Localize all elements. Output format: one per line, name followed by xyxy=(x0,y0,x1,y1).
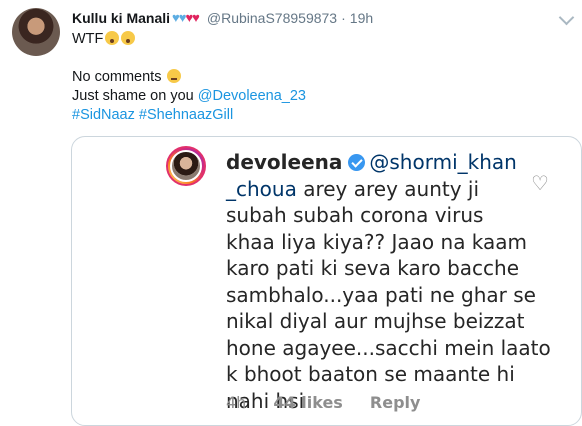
comment-line: karo pati ki seva karo bacche xyxy=(226,256,520,280)
comment-line: _choua arey arey aunty ji xyxy=(226,176,526,203)
hashtag-link[interactable]: #ShehnaazGill xyxy=(139,107,233,123)
tweet-text-shame: Just shame on you xyxy=(72,88,198,104)
comment-likes[interactable]: 44 likes xyxy=(273,393,342,412)
astonished-emoji-icon xyxy=(105,31,120,45)
tweet-text-wtf: WTF xyxy=(72,31,104,47)
heart-outline-icon[interactable]: ♡ xyxy=(531,171,549,196)
comment-line: hone agayee...sacchi mein laato xyxy=(226,335,551,360)
user-handle[interactable]: @RubinaS78959873 xyxy=(207,8,337,28)
tweet-time[interactable]: 19h xyxy=(350,8,373,28)
avatar[interactable] xyxy=(12,8,60,56)
embedded-screenshot-card[interactable]: devoleena @shormi_khan _choua arey arey a… xyxy=(71,136,582,426)
comment-line: subah subah corona virus xyxy=(226,203,484,227)
comment-line: nikal diyal aur mujhse beizzat xyxy=(226,309,525,333)
comment-mention[interactable]: _choua xyxy=(226,177,297,201)
heart-emojis: ♥♥♥♥ xyxy=(172,8,200,28)
tweet-line: Just shame on you @Devoleena_23 xyxy=(72,87,562,106)
comment-line: devoleena @shormi_khan xyxy=(226,149,526,176)
red-heart-icon: ♥ xyxy=(192,10,200,25)
reply-button[interactable]: Reply xyxy=(370,393,421,412)
verified-badge-icon xyxy=(348,154,366,171)
comment-line: sambhalo...yaa pati ne ghar se xyxy=(226,282,536,307)
astonished-emoji-icon xyxy=(121,31,136,45)
display-name[interactable]: Kullu ki Manali xyxy=(72,8,170,28)
tweet-line: #SidNaaz #ShehnaazGill xyxy=(72,106,562,125)
tweet: Kullu ki Manali ♥♥♥♥ @RubinaS78959873 · … xyxy=(0,0,582,426)
tweet-line: WTF xyxy=(72,30,562,49)
comment-mention[interactable]: @shormi_khan xyxy=(369,150,516,174)
comment-line: khaa liya kiya?? Jaao na kaam xyxy=(226,229,528,254)
instagram-avatar[interactable] xyxy=(166,146,206,186)
separator-dot: · xyxy=(341,10,346,26)
comment-text: arey arey aunty ji xyxy=(296,176,480,201)
tweet-text: WTF No comments Just shame on you @Devol… xyxy=(72,30,562,125)
neutral-emoji-icon xyxy=(167,69,182,83)
comment-line: k bhoot baaton se maante hi xyxy=(226,362,515,386)
blue-heart-icon: ♥ xyxy=(172,10,180,25)
hashtag-link[interactable]: #SidNaaz xyxy=(72,107,135,123)
instagram-comment: devoleena @shormi_khan _choua arey arey a… xyxy=(226,149,551,414)
comment-time: 4h xyxy=(226,393,247,412)
mention-link[interactable]: @Devoleena_23 xyxy=(198,88,306,104)
tweet-text-no-comments: No comments xyxy=(72,69,162,85)
caret-down-icon[interactable] xyxy=(558,9,575,26)
tweet-header: Kullu ki Manali ♥♥♥♥ @RubinaS78959873 · … xyxy=(72,8,373,28)
tweet-line: No comments xyxy=(72,68,562,87)
comment-username[interactable]: devoleena xyxy=(226,150,342,174)
comment-meta: 4h 44 likes Reply xyxy=(226,393,442,412)
